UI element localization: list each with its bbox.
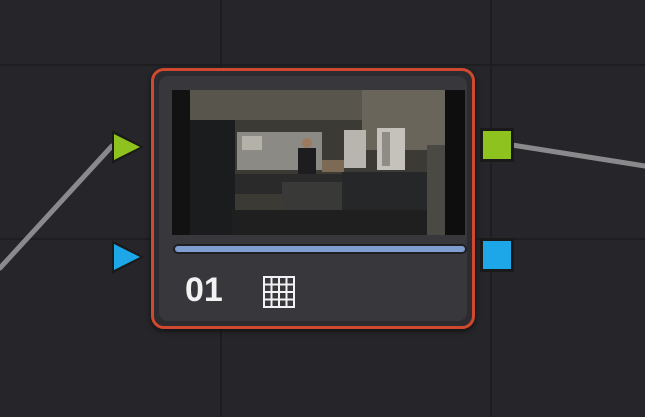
color-node-01[interactable]: 01 xyxy=(151,68,475,329)
node-thumbnail xyxy=(172,90,465,235)
node-progress-bar xyxy=(173,244,467,254)
node-body[interactable]: 01 xyxy=(159,76,467,321)
output-wire xyxy=(509,142,645,169)
alpha-output-port[interactable] xyxy=(479,237,515,273)
node-editor-canvas[interactable]: 01 xyxy=(0,0,645,417)
node-progress-fill xyxy=(175,246,465,252)
node-number-label: 01 xyxy=(185,271,223,309)
grid-icon xyxy=(263,276,295,308)
thumbnail-image xyxy=(172,90,465,235)
alpha-input-port[interactable] xyxy=(110,238,146,276)
rgb-input-triangle xyxy=(114,134,140,160)
rgb-input-port[interactable] xyxy=(110,128,146,166)
input-wire xyxy=(0,143,115,271)
rgb-output-port[interactable] xyxy=(479,127,515,163)
alpha-input-triangle xyxy=(114,244,140,270)
